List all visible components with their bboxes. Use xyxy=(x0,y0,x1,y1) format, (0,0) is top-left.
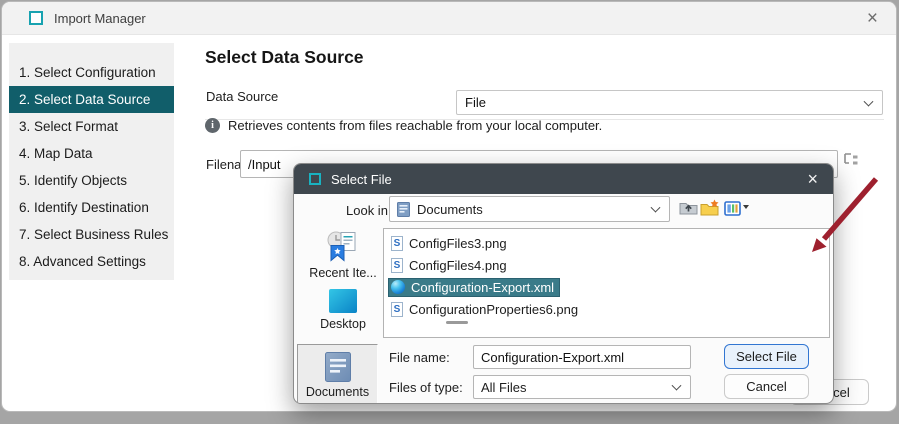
app-icon xyxy=(29,11,43,25)
window-title: Import Manager xyxy=(54,11,146,26)
scrollbar-grip[interactable] xyxy=(446,321,468,324)
files-of-type-value: All Files xyxy=(481,380,527,395)
wizard-steps-sidebar: 1. Select Configuration 2. Select Data S… xyxy=(9,43,174,280)
shortcut-recent-items[interactable]: Recent Ite... xyxy=(307,230,379,280)
edge-browser-icon xyxy=(391,280,405,294)
files-of-type-label: Files of type: xyxy=(389,380,463,395)
look-in-value: Documents xyxy=(417,202,483,217)
desktop-icon xyxy=(328,288,358,314)
dialog-titlebar: Select File × xyxy=(294,164,833,194)
file-name-label: File name: xyxy=(389,350,450,365)
dialog-app-icon xyxy=(309,173,321,185)
image-file-icon: S xyxy=(391,236,403,251)
chevron-down-icon xyxy=(864,96,874,106)
data-source-select[interactable]: File xyxy=(456,90,883,115)
sidebar-item-advanced-settings[interactable]: 8. Advanced Settings xyxy=(9,248,174,275)
file-name: ConfigurationProperties6.png xyxy=(409,302,578,317)
file-row[interactable]: S ConfigurationProperties6.png xyxy=(384,298,829,320)
dialog-close-icon[interactable]: × xyxy=(804,170,821,188)
shortcut-desktop[interactable]: Desktop xyxy=(307,288,379,331)
close-icon[interactable]: × xyxy=(863,9,882,28)
sidebar-item-select-configuration[interactable]: 1. Select Configuration xyxy=(9,59,174,86)
file-name: ConfigFiles3.png xyxy=(409,236,507,251)
window-titlebar: Import Manager × xyxy=(2,2,896,35)
chevron-down-icon xyxy=(651,203,661,213)
sidebar-item-identify-objects[interactable]: 5. Identify Objects xyxy=(9,167,174,194)
image-file-icon: S xyxy=(391,258,403,273)
file-name-input[interactable] xyxy=(473,345,691,369)
file-row-selected[interactable]: Configuration-Export.xml xyxy=(384,276,829,298)
documents-icon xyxy=(325,352,351,382)
new-folder-icon[interactable] xyxy=(699,197,721,217)
info-icon: i xyxy=(205,118,220,133)
dialog-title: Select File xyxy=(331,172,392,187)
data-source-label: Data Source xyxy=(206,89,278,104)
file-name: Configuration-Export.xml xyxy=(411,280,554,295)
up-one-level-icon[interactable] xyxy=(677,197,699,217)
look-in-select[interactable]: Documents xyxy=(389,196,670,222)
select-file-dialog: Select File × Look in: Documents xyxy=(293,163,834,404)
select-file-button[interactable]: Select File xyxy=(724,344,809,369)
sidebar-item-select-data-source[interactable]: 2. Select Data Source xyxy=(9,86,174,113)
image-file-icon: S xyxy=(391,302,403,317)
look-in-label: Look in: xyxy=(346,203,392,218)
dialog-cancel-button[interactable]: Cancel xyxy=(724,374,809,399)
file-name: ConfigFiles4.png xyxy=(409,258,507,273)
file-row[interactable]: S ConfigFiles4.png xyxy=(384,254,829,276)
document-icon xyxy=(397,202,410,217)
browse-tree-icon[interactable] xyxy=(842,151,860,170)
file-row[interactable]: S ConfigFiles3.png xyxy=(384,232,829,254)
page-title: Select Data Source xyxy=(205,47,364,68)
shortcut-label: Documents xyxy=(306,385,369,399)
chevron-down-icon xyxy=(672,381,682,391)
shortcut-documents[interactable]: Documents xyxy=(297,344,378,404)
info-row: i Retrieves contents from files reachabl… xyxy=(205,118,602,133)
sidebar-item-map-data[interactable]: 4. Map Data xyxy=(9,140,174,167)
info-text: Retrieves contents from files reachable … xyxy=(228,118,602,133)
view-menu-caret-icon[interactable] xyxy=(743,205,749,209)
recent-items-icon xyxy=(326,230,360,263)
shortcut-label: Desktop xyxy=(320,317,366,331)
sidebar-item-identify-destination[interactable]: 6. Identify Destination xyxy=(9,194,174,221)
shortcut-label: Recent Ite... xyxy=(309,266,376,280)
data-source-value: File xyxy=(465,95,486,110)
sidebar-item-select-format[interactable]: 3. Select Format xyxy=(9,113,174,140)
files-of-type-select[interactable]: All Files xyxy=(473,375,691,399)
sidebar-item-select-business-rules[interactable]: 7. Select Business Rules xyxy=(9,221,174,248)
view-menu-icon[interactable] xyxy=(721,198,743,218)
